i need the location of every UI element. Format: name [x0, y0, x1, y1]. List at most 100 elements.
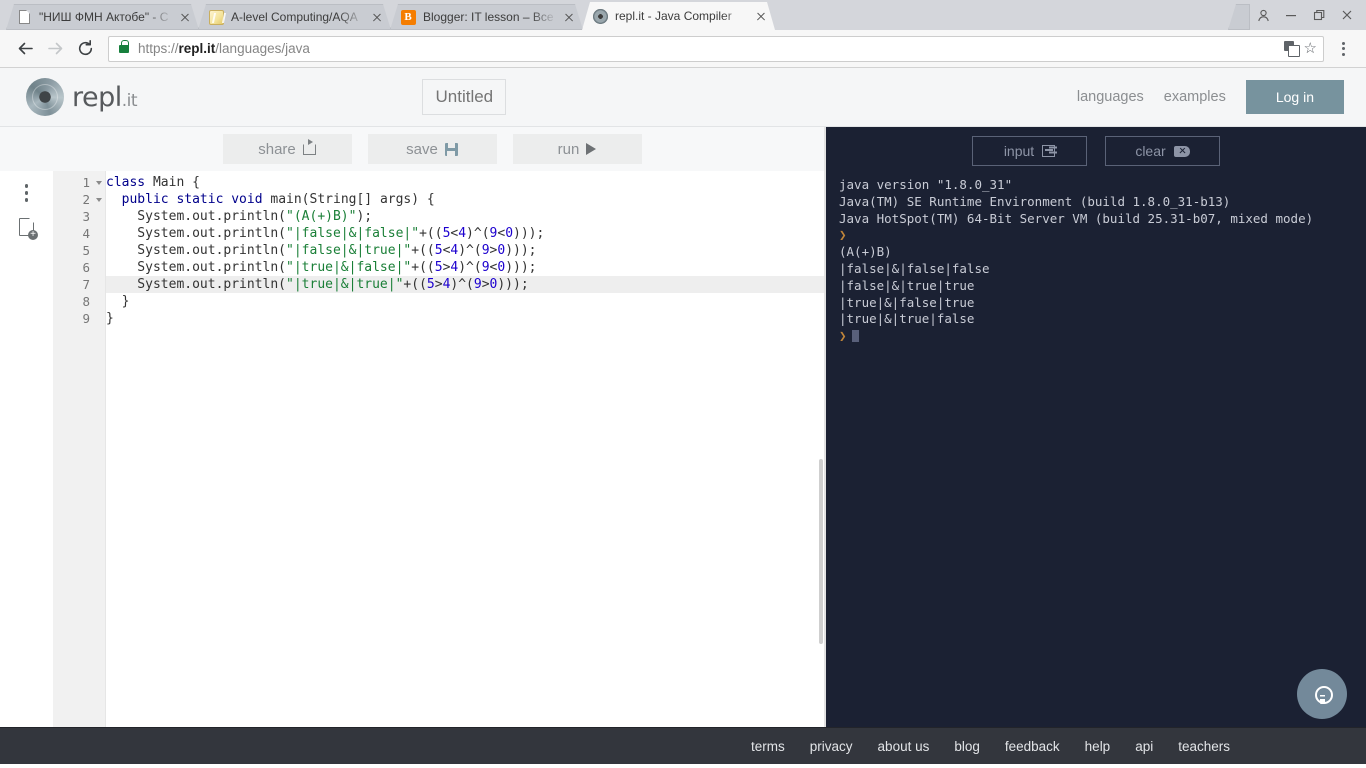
browser-tabstrip-bar: "НИШ ФМН Актобе" - С A-level Computing/AQ…: [0, 0, 1366, 30]
close-window-button[interactable]: [1334, 4, 1360, 26]
code-line-text: class Main {: [106, 175, 200, 190]
browser-tab-1[interactable]: "НИШ ФМН Актобе" - С: [6, 4, 199, 30]
console-output-line: ❯: [839, 328, 1366, 345]
code-fold-icon[interactable]: [96, 180, 102, 185]
code-line-text: System.out.println("|true|&|false|"+((5>…: [106, 260, 537, 275]
reload-icon: [78, 40, 92, 56]
code-fold-icon[interactable]: [96, 197, 102, 202]
tab-close-icon[interactable]: [369, 9, 385, 25]
code-line-text: System.out.println("(A(+)B)");: [106, 209, 373, 224]
console-output-line: |true|&|false|true: [839, 294, 975, 310]
code-line-text: }: [106, 294, 130, 309]
url-domain: repl.it: [178, 41, 216, 56]
line-number: 2: [53, 191, 106, 208]
line-number: 1: [53, 174, 106, 191]
code-line[interactable]: 8 }: [82, 293, 824, 310]
tab-close-icon[interactable]: [561, 9, 577, 25]
backspace-icon: [1173, 145, 1190, 157]
code-line[interactable]: 9}: [82, 310, 824, 327]
code-editor[interactable]: 1 class Main {2 public static void main(S…: [53, 171, 824, 727]
url-bar[interactable]: https://repl.it/languages/java ☆: [108, 35, 1324, 62]
console-output-line: Java(TM) SE Runtime Environment (build 1…: [839, 193, 1231, 209]
repl-title-input[interactable]: [422, 79, 507, 115]
new-file-icon[interactable]: [19, 217, 38, 240]
line-number: 8: [82, 294, 90, 309]
code-line[interactable]: 4 System.out.println("|false|&|false|"+(…: [82, 225, 824, 242]
browser-tab-title: "НИШ ФМН Актобе" - С: [39, 10, 169, 24]
editor-pane: share save run 1class Main {2 public sta…: [0, 127, 824, 727]
close-icon: [1342, 10, 1352, 20]
browser-tab-title: A-level Computing/AQA: [231, 10, 358, 24]
footer-link-help[interactable]: help: [1085, 739, 1111, 754]
footer-link-teachers[interactable]: teachers: [1178, 739, 1230, 754]
nav-link-examples[interactable]: examples: [1164, 89, 1226, 105]
input-button[interactable]: input: [972, 136, 1087, 166]
help-fab-button[interactable]: [1297, 669, 1347, 719]
new-tab-button[interactable]: [1228, 4, 1250, 30]
omnibox-actions: ☆: [1283, 40, 1317, 57]
editor-body: 1class Main {2 public static void main(S…: [0, 171, 824, 727]
share-button[interactable]: share: [222, 134, 352, 164]
kebab-menu-icon[interactable]: [24, 184, 29, 202]
console-prompt-icon: ❯: [839, 328, 847, 344]
nav-link-languages[interactable]: languages: [1077, 89, 1144, 105]
footer-link-api[interactable]: api: [1135, 739, 1153, 754]
footer-link-blog[interactable]: blog: [954, 739, 980, 754]
user-icon: [1257, 9, 1269, 21]
browser-address-bar: https://repl.it/languages/java ☆: [0, 30, 1366, 68]
footer-link-privacy[interactable]: privacy: [810, 739, 853, 754]
console-caret: [851, 330, 859, 343]
chrome-menu-button[interactable]: [1330, 36, 1356, 62]
footer-link-feedback[interactable]: feedback: [1005, 739, 1060, 754]
code-line[interactable]: 2 public static void main(String[] args)…: [82, 191, 824, 208]
workspace: share save run 1class Main {2 public sta…: [0, 127, 1366, 727]
console-output-line: |false|&|true|true: [839, 277, 975, 293]
code-line-text: System.out.println("|false|&|false|"+((5…: [106, 226, 545, 241]
browser-tab-title: Blogger: IT lesson – Все: [423, 10, 554, 24]
code-line-text: }: [106, 311, 114, 326]
forward-arrow-icon: [47, 42, 62, 55]
line-number: 6: [82, 260, 90, 275]
window-controls: [1250, 0, 1366, 30]
lightbulb-icon: [1315, 686, 1333, 704]
header-nav: languages examples Log in: [1077, 80, 1344, 114]
user-profile-button[interactable]: [1250, 4, 1276, 26]
blogger-icon: [400, 9, 416, 25]
browser-tab-3[interactable]: Blogger: IT lesson – Все: [390, 4, 583, 30]
save-button[interactable]: save: [367, 134, 497, 164]
footer-link-about-us[interactable]: about us: [878, 739, 930, 754]
console-output-line: (A(+)B): [839, 244, 892, 260]
run-button[interactable]: run: [512, 134, 642, 164]
maximize-button[interactable]: [1306, 4, 1332, 26]
back-button[interactable]: [10, 34, 40, 64]
input-icon: [1042, 145, 1056, 157]
code-line[interactable]: 1 class Main {: [82, 174, 824, 191]
editor-vertical-scrollbar[interactable]: [819, 459, 823, 644]
code-line[interactable]: 3 System.out.println("(A(+)B)");: [82, 208, 824, 225]
browser-tab-4[interactable]: repl.it - Java Compiler: [582, 2, 775, 30]
reload-button[interactable]: [70, 34, 100, 64]
console-pane: input clear java version "1.8.0_31" Java(…: [826, 127, 1366, 727]
code-line[interactable]: 5 System.out.println("|false|&|true|"+((…: [82, 242, 824, 259]
code-line[interactable]: 7 System.out.println("|true|&|true|"+((5…: [82, 276, 824, 293]
secure-lock-icon: [119, 39, 129, 53]
document-icon: [16, 9, 32, 25]
footer-link-terms[interactable]: terms: [751, 739, 785, 754]
clear-button-label: clear: [1135, 143, 1166, 159]
console-output-line: |false|&|false|false: [839, 260, 990, 276]
login-button[interactable]: Log in: [1245, 80, 1344, 114]
play-icon: [586, 143, 597, 155]
code-line[interactable]: 6 System.out.println("|true|&|false|"+((…: [82, 259, 824, 276]
bookmark-star-icon[interactable]: ☆: [1304, 41, 1317, 56]
forward-button[interactable]: [40, 34, 70, 64]
browser-tab-2[interactable]: A-level Computing/AQA: [198, 4, 391, 30]
translate-icon[interactable]: [1283, 40, 1300, 57]
tab-close-icon[interactable]: [753, 8, 769, 24]
console-toolbar: input clear: [826, 127, 1366, 171]
code-line-text: System.out.println("|true|&|true|"+((5>4…: [106, 277, 529, 292]
minimize-button[interactable]: [1278, 4, 1304, 26]
console-output[interactable]: java version "1.8.0_31" Java(TM) SE Runti…: [826, 171, 1366, 727]
replit-logo[interactable]: repl.it: [26, 78, 138, 116]
clear-button[interactable]: clear: [1105, 136, 1220, 166]
tab-close-icon[interactable]: [177, 9, 193, 25]
